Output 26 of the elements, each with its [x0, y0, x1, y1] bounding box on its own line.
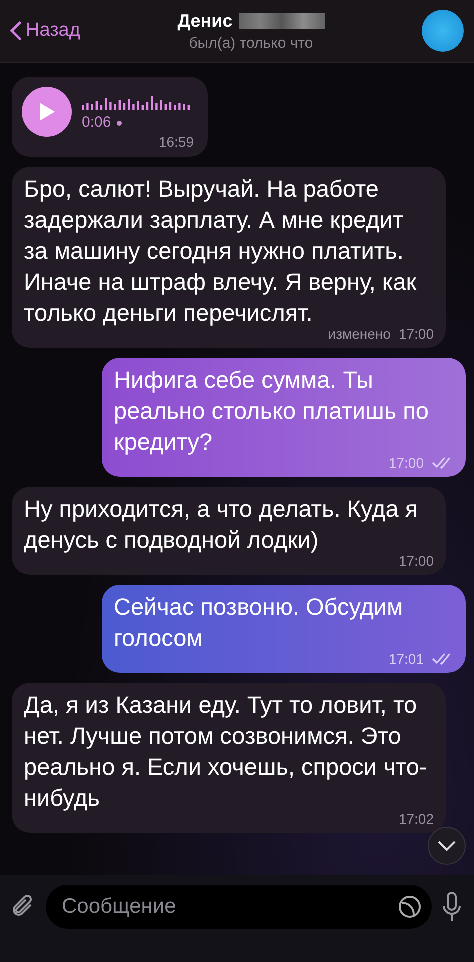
chevron-left-icon	[10, 21, 22, 41]
incoming-message: Да, я из Казани еду. Тут то ловит, то нет. Лучше потом созвонимся. Это реально я. Если хочешь, спроси что-нибудь 17:02	[12, 683, 446, 833]
unread-dot-icon	[117, 120, 122, 126]
last-seen-status: был(а) только что	[189, 34, 314, 52]
message-time: 17:01	[388, 650, 424, 668]
outgoing-message: Нифига себе сумма. Ты реально столько платишь по кредиту? 17:00	[102, 358, 466, 477]
message-time: 17:00	[398, 325, 434, 343]
outgoing-message: Сейчас позвоню. Обсудим голосом 17:01	[102, 585, 466, 673]
message-field[interactable]: Сообщение	[46, 885, 432, 929]
play-button[interactable]	[22, 87, 72, 137]
avatar[interactable]	[422, 10, 464, 52]
sticker-icon	[398, 895, 422, 919]
edited-label: изменено	[328, 325, 391, 343]
play-icon	[38, 102, 56, 122]
incoming-message: Бро, салют! Выручай. На работе задержали зарплату. А мне кредит за машину сегодня нужно платить. Иначе на штраф влечу. Я верну, как только деньги перечислят. изменено 17:00	[12, 167, 446, 348]
contact-name: Денис	[178, 10, 233, 32]
message-time: 17:00	[388, 454, 424, 472]
message-time: 17:02	[398, 810, 434, 828]
incoming-message: Ну приходится, а что делать. Куда я денусь с подводной лодки) 17:00	[12, 487, 446, 575]
back-link[interactable]: Назад	[10, 20, 80, 42]
message-time: 16:59	[158, 133, 194, 151]
microphone-icon	[442, 892, 462, 922]
scroll-down-button[interactable]	[428, 827, 466, 865]
voice-duration: 0:06	[82, 114, 112, 132]
message-time: 17:00	[398, 552, 434, 570]
chevron-down-icon	[438, 841, 456, 851]
